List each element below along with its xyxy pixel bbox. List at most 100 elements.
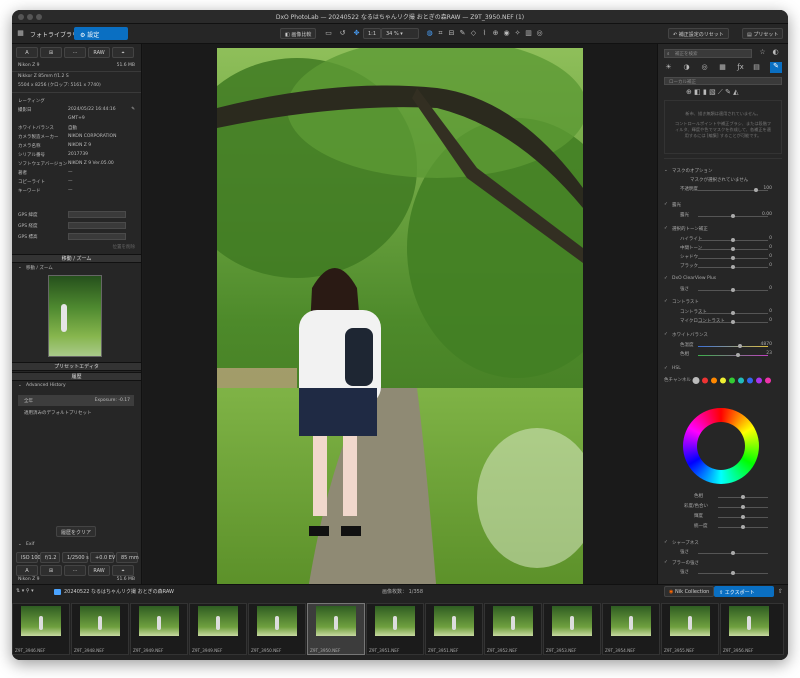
export-button[interactable]: ⇪ エクスポート bbox=[714, 586, 774, 597]
luminance-slider[interactable] bbox=[718, 515, 768, 519]
eyedropper-icon[interactable]: ✎ bbox=[458, 29, 467, 38]
tab-customize[interactable]: ⚙ 設定 bbox=[74, 27, 128, 40]
sun-icon[interactable]: ☀ bbox=[664, 63, 673, 72]
channel-orange[interactable] bbox=[711, 377, 717, 384]
check-icon[interactable]: ✓ bbox=[664, 226, 668, 231]
channel-yellow[interactable] bbox=[720, 377, 726, 384]
nik-collection-button[interactable]: ◉ Nik Collection bbox=[664, 586, 715, 597]
eraser-icon[interactable]: ◭ bbox=[733, 88, 738, 96]
crop-icon[interactable]: ⌗ bbox=[436, 29, 445, 38]
color-channel-swatches[interactable] bbox=[692, 376, 782, 385]
check-icon[interactable]: ✓ bbox=[664, 332, 668, 337]
uniformity-slider[interactable] bbox=[718, 525, 768, 529]
hue-wheel[interactable] bbox=[683, 408, 759, 484]
temperature-slider[interactable] bbox=[698, 344, 768, 348]
check-icon[interactable]: ✓ bbox=[664, 366, 668, 371]
eye-icon[interactable]: ◎ bbox=[535, 29, 544, 38]
thumbnail[interactable]: Z9T_3949.NEF bbox=[130, 603, 188, 655]
panel-header[interactable]: ✓ HSL bbox=[664, 366, 782, 373]
shadows-slider[interactable] bbox=[698, 256, 768, 260]
channel-green[interactable] bbox=[729, 377, 735, 384]
zoom-select[interactable]: 34 % ▾ bbox=[381, 28, 419, 39]
thumbnail[interactable]: Z9T_3950.NEF bbox=[248, 603, 306, 655]
channel-purple[interactable] bbox=[756, 377, 762, 384]
midtones-slider[interactable] bbox=[698, 247, 768, 251]
clear-history-button[interactable]: 履歴をクリア bbox=[56, 526, 97, 537]
sort-icon[interactable]: ⇅ ▾ ⚲ ▾ bbox=[16, 588, 34, 594]
repair-icon[interactable]: ◍ bbox=[425, 29, 434, 38]
perspective-icon[interactable]: ◇ bbox=[469, 29, 478, 38]
highlights-slider[interactable] bbox=[698, 238, 768, 242]
main-photo[interactable] bbox=[217, 48, 583, 596]
slider-knob[interactable] bbox=[741, 505, 745, 509]
chevron-down-icon[interactable]: ⌄ bbox=[664, 168, 668, 173]
pencil-icon[interactable]: ✎ bbox=[131, 107, 135, 112]
slider-knob[interactable] bbox=[741, 515, 745, 519]
geometry-icon[interactable]: ▦ bbox=[718, 63, 727, 72]
blur-slider[interactable] bbox=[698, 571, 768, 575]
share-icon[interactable]: ⇧ bbox=[778, 588, 783, 595]
history-header[interactable]: 履歴 bbox=[12, 372, 141, 381]
grad-icon[interactable]: ◧ bbox=[694, 88, 701, 96]
gps-altitude-field[interactable] bbox=[68, 233, 126, 240]
channel-magenta[interactable] bbox=[765, 377, 771, 384]
thumbnail-selected[interactable]: Z9T_3950.NEF bbox=[307, 603, 365, 655]
move-icon[interactable]: ✥ bbox=[352, 29, 361, 38]
slider-knob[interactable] bbox=[731, 551, 735, 555]
one-to-one-button[interactable]: 1:1 bbox=[363, 28, 382, 39]
chevron-down-icon[interactable]: ⌄ bbox=[18, 383, 22, 388]
search-corrections-input[interactable]: ⌕ 補正を検索 bbox=[664, 49, 752, 58]
saturation-slider[interactable] bbox=[718, 505, 768, 509]
gps-latitude-field[interactable] bbox=[68, 211, 126, 218]
panel-header[interactable]: ✓ ブラーの強さ bbox=[664, 560, 782, 567]
histogram-icon[interactable]: ▥ bbox=[524, 29, 533, 38]
channel-red[interactable] bbox=[702, 377, 708, 384]
thumbnail[interactable]: Z9T_3949.NEF bbox=[189, 603, 247, 655]
gps-longitude-field[interactable] bbox=[68, 222, 126, 229]
slider-knob[interactable] bbox=[731, 256, 735, 260]
slider-knob[interactable] bbox=[741, 495, 745, 499]
thumbnail[interactable]: Z9T_3953.NEF bbox=[543, 603, 601, 655]
panel-header[interactable]: ✓ 選択的トーン補正 bbox=[664, 226, 782, 233]
channel-blue[interactable] bbox=[747, 377, 753, 384]
rotate-icon[interactable]: ↺ bbox=[338, 29, 347, 38]
reset-corrections-button[interactable]: ↶ 補正設定のリセット bbox=[668, 28, 729, 39]
local-adjust-tab-icon[interactable]: ✎ bbox=[770, 62, 782, 73]
slider-knob[interactable] bbox=[731, 238, 735, 242]
check-icon[interactable]: ✓ bbox=[664, 202, 668, 207]
effects-icon[interactable]: ƒx bbox=[736, 63, 745, 72]
panel-header[interactable]: ✓ コントラスト bbox=[664, 299, 782, 306]
local-adjust-icon[interactable]: ⊕ bbox=[491, 29, 500, 38]
image-viewer[interactable] bbox=[143, 44, 657, 596]
horizon-icon[interactable]: ⊟ bbox=[447, 29, 456, 38]
thumbnail[interactable]: Z9T_3952.NEF bbox=[484, 603, 542, 655]
tint-slider[interactable] bbox=[698, 353, 768, 357]
opacity-slider[interactable] bbox=[698, 188, 768, 192]
chevron-down-icon[interactable]: ⌄ bbox=[18, 542, 22, 547]
control-point-icon[interactable]: ⊕ bbox=[686, 88, 692, 96]
chevron-down-icon[interactable]: ⌄ bbox=[18, 265, 22, 270]
pen-icon[interactable]: ✎ bbox=[725, 88, 731, 96]
brush-icon[interactable]: ▮ bbox=[703, 88, 707, 96]
panel-header[interactable]: ✓ シャープネス bbox=[664, 540, 782, 547]
thumbnail[interactable]: Z9T_3956.NEF bbox=[720, 603, 784, 655]
watermark-tab-icon[interactable]: ▤ bbox=[752, 63, 761, 72]
slider-knob[interactable] bbox=[731, 571, 735, 575]
opacity-knob[interactable] bbox=[754, 188, 758, 192]
toggle-icon[interactable]: ◐ bbox=[771, 48, 780, 57]
color-icon[interactable]: ◑ bbox=[682, 63, 691, 72]
contrast-slider[interactable] bbox=[698, 311, 768, 315]
history-item[interactable]: 適用済みのデフォルトプリセット bbox=[24, 410, 92, 416]
check-icon[interactable]: ✓ bbox=[664, 276, 668, 281]
thumbnail[interactable]: Z9T_3954.NEF bbox=[602, 603, 660, 655]
slider-knob[interactable] bbox=[731, 311, 735, 315]
slider-knob[interactable] bbox=[738, 344, 742, 348]
history-item[interactable]: 全年 Exposure: -0.17 bbox=[18, 395, 134, 406]
panel-header[interactable]: ✓ 露光 bbox=[664, 202, 782, 209]
navigator-thumbnail[interactable] bbox=[48, 275, 102, 357]
thumbnail[interactable]: Z9T_3946.NEF bbox=[12, 603, 70, 655]
watermark-icon[interactable]: ✧ bbox=[513, 29, 522, 38]
slider-knob[interactable] bbox=[731, 320, 735, 324]
channel-aqua[interactable] bbox=[738, 377, 744, 384]
check-icon[interactable]: ✓ bbox=[664, 540, 668, 545]
